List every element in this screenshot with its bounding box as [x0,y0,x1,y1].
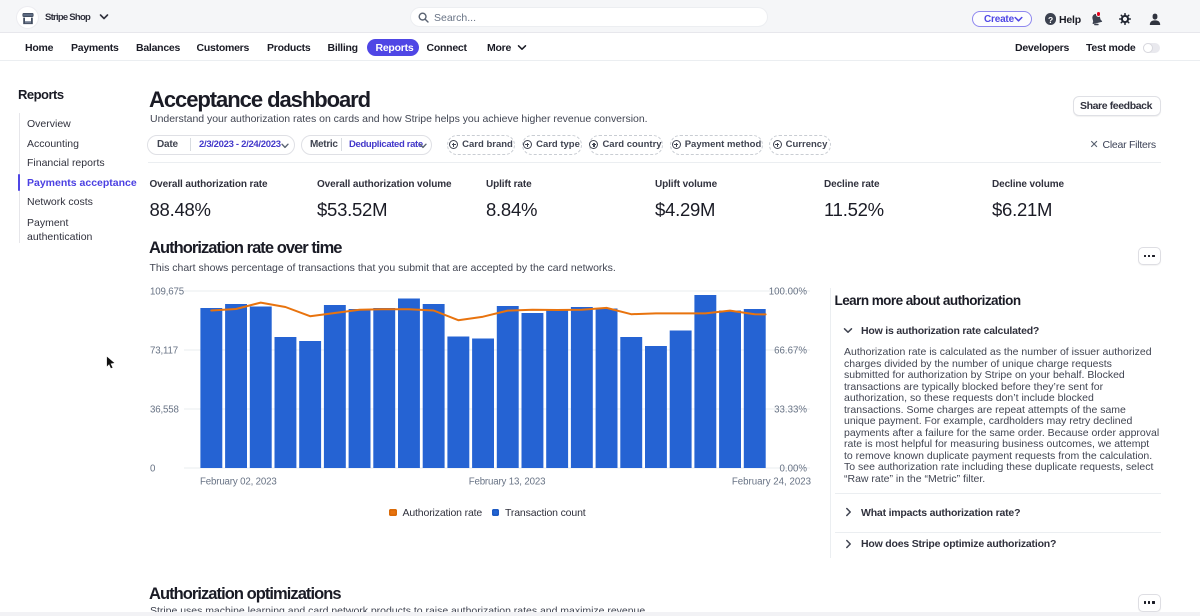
svg-text:February 24, 2023: February 24, 2023 [732,477,811,488]
svg-text:109,675: 109,675 [150,287,184,298]
svg-text:66.67%: 66.67% [774,346,807,357]
svg-text:33.33%: 33.33% [774,405,807,416]
svg-text:100.00%: 100.00% [769,287,808,298]
svg-text:73,117: 73,117 [150,346,178,357]
svg-text:0: 0 [150,464,156,475]
svg-text:February 13, 2023: February 13, 2023 [469,477,546,488]
svg-text:0.00%: 0.00% [780,464,808,475]
svg-text:36,558: 36,558 [150,405,179,416]
svg-text:February 02, 2023: February 02, 2023 [200,477,277,488]
